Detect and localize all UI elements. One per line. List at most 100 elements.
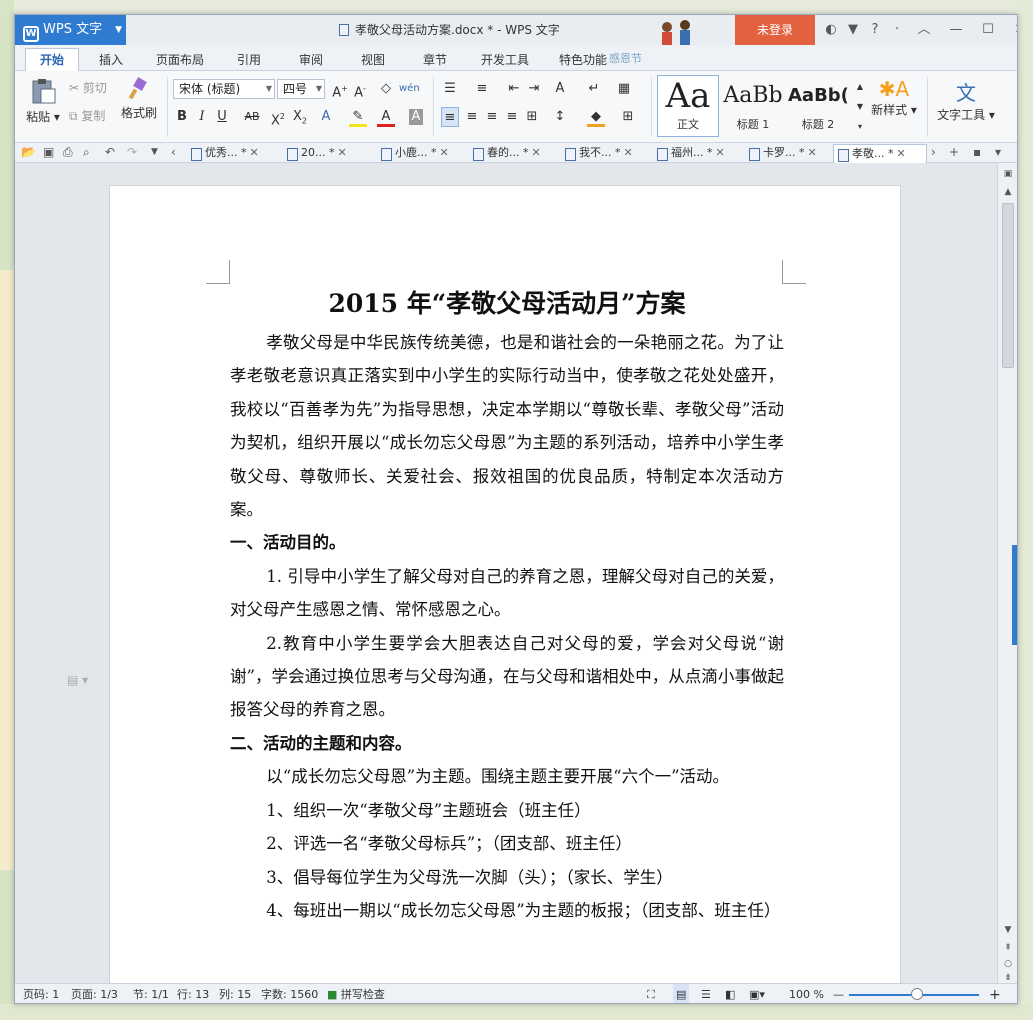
full-screen-icon[interactable]: ⛶	[647, 984, 655, 1003]
scroll-down-icon[interactable]: ▼	[1001, 923, 1015, 937]
tab-menu-icon[interactable]: ▾	[995, 145, 1001, 159]
maximize-icon[interactable]: ☐	[972, 15, 1004, 45]
document-page[interactable]: 2015 年“孝敬父母活动月”方案 孝敬父母是中华民族传统美德，也是和谐社会的一…	[109, 185, 901, 983]
line-spacing-icon[interactable]: ↕	[551, 107, 569, 127]
help-dropdown-icon[interactable]: ·	[886, 15, 908, 45]
page-view-icon[interactable]: ▤	[673, 984, 690, 1003]
status-word-count[interactable]: 字数: 1560	[261, 984, 318, 1003]
tab-review[interactable]: 审阅	[293, 49, 329, 71]
web-view-icon[interactable]: ◧	[725, 984, 735, 1003]
shading-icon[interactable]: ◆	[587, 107, 605, 127]
tab-chapter[interactable]: 章节	[417, 49, 453, 71]
chinese-layout-icon[interactable]: A	[551, 79, 569, 99]
text-tools-button[interactable]: 文 文字工具 ▾	[933, 77, 999, 123]
format-painter-button[interactable]: 格式刷	[117, 77, 161, 121]
minimize-icon[interactable]: —	[940, 15, 972, 45]
tab-references[interactable]: 引用	[231, 49, 267, 71]
align-left-icon[interactable]: ≡	[441, 107, 459, 127]
ribbon-collapse-icon[interactable]: ︿	[908, 15, 940, 45]
spell-check-button[interactable]: ■ 拼写检查	[327, 984, 385, 1003]
outline-view-icon[interactable]: ☰	[701, 984, 711, 1003]
tabs-scroll-left-icon[interactable]: ‹	[171, 145, 176, 159]
shrink-font-icon[interactable]: A-	[351, 79, 369, 100]
side-panel-tab[interactable]	[1012, 545, 1017, 645]
style-normal[interactable]: Aa 正文	[657, 75, 719, 137]
scroll-up-icon[interactable]: ▲	[1001, 185, 1015, 199]
phonetic-guide-icon[interactable]: wén	[399, 79, 420, 99]
close-icon[interactable]: ✕	[440, 146, 449, 159]
login-button[interactable]: 未登录	[735, 15, 815, 45]
shirt-icon[interactable]: ▼	[842, 15, 864, 45]
close-icon[interactable]: ✕	[250, 146, 259, 159]
font-color-icon[interactable]: A	[377, 107, 395, 127]
align-right-icon[interactable]: ≡	[483, 107, 501, 127]
clear-format-icon[interactable]: ◇	[377, 79, 395, 99]
bullets-icon[interactable]: ☰	[441, 79, 459, 99]
scrollbar-thumb[interactable]	[1002, 203, 1014, 368]
zoom-out-icon[interactable]: —	[833, 984, 844, 1003]
distribute-icon[interactable]: ⊞	[523, 107, 541, 127]
font-name-select[interactable]: 宋体 (标题) ▼	[173, 79, 275, 99]
scroll-page-icon[interactable]: ▣	[1001, 167, 1015, 181]
borders-icon[interactable]: ⊞	[619, 107, 637, 127]
doc-tab-2[interactable]: 20... * ✕	[283, 144, 377, 163]
close-icon[interactable]: ✕	[808, 146, 817, 159]
font-size-select[interactable]: 四号 ▼	[277, 79, 325, 99]
help-icon[interactable]: ?	[864, 15, 886, 45]
paste-button[interactable]: 粘贴 ▾	[25, 77, 61, 125]
justify-icon[interactable]: ≡	[503, 107, 521, 127]
tabs-scroll-right-icon[interactable]: ›	[931, 145, 936, 159]
tab-home[interactable]: 开始	[25, 48, 79, 72]
close-icon[interactable]: ✕	[716, 146, 725, 159]
zoom-in-icon[interactable]: +	[989, 984, 1001, 1003]
save-icon[interactable]: ▣	[43, 145, 54, 159]
increase-indent-icon[interactable]: ⇥	[525, 79, 543, 99]
wps-app-menu-button[interactable]: W WPS 文字 ▼	[15, 15, 126, 45]
tab-page-layout[interactable]: 页面布局	[153, 49, 207, 71]
numbering-icon[interactable]: ≡	[473, 79, 491, 99]
tab-special-features[interactable]: 特色功能	[553, 49, 613, 71]
grow-font-icon[interactable]: A+	[331, 79, 349, 100]
new-style-button[interactable]: ✱A 新样式 ▾	[867, 77, 921, 118]
cut-button[interactable]: ✂ 剪切	[69, 79, 107, 96]
superscript-icon[interactable]: X2	[269, 107, 287, 128]
tab-developer-tools[interactable]: 开发工具	[475, 49, 535, 71]
tab-insert[interactable]: 插入	[93, 49, 129, 71]
zoom-level[interactable]: 100 %	[789, 984, 824, 1003]
new-tab-icon[interactable]: +	[949, 145, 959, 159]
strikethrough-icon[interactable]: AB	[241, 107, 263, 127]
reading-mode-icon[interactable]: ▣▾	[749, 984, 765, 1003]
style-heading-1[interactable]: AaBb 标题 1	[721, 75, 785, 137]
copy-button[interactable]: ⧉ 复制	[69, 107, 105, 124]
close-icon[interactable]: ✕	[1004, 15, 1017, 45]
doc-tab-4[interactable]: 春的... * ✕	[469, 144, 563, 163]
undo-icon[interactable]: ↶	[105, 145, 115, 159]
tab-view[interactable]: 视图	[355, 49, 391, 71]
print-preview-icon[interactable]: ⌕	[83, 145, 90, 160]
doc-tab-5[interactable]: 我不... * ✕	[561, 144, 655, 163]
previous-page-icon[interactable]: ⇞	[1001, 941, 1015, 955]
close-icon[interactable]: ✕	[532, 146, 541, 159]
highlight-icon[interactable]: ✎	[349, 107, 367, 127]
doc-tab-6[interactable]: 福州... * ✕	[653, 144, 747, 163]
browse-object-icon[interactable]: ○	[1001, 957, 1015, 971]
italic-icon[interactable]: I	[193, 107, 211, 127]
align-center-icon[interactable]: ≡	[463, 107, 481, 127]
skin-icon[interactable]: ◐	[820, 15, 842, 45]
doc-tab-8-active[interactable]: 孝敬... * ✕	[833, 144, 927, 163]
style-heading-2[interactable]: AaBb( 标题 2	[787, 75, 849, 137]
close-icon[interactable]: ✕	[624, 146, 633, 159]
show-marks-icon[interactable]: ↵	[585, 79, 603, 99]
text-effect-icon[interactable]: A	[317, 107, 335, 127]
underline-icon[interactable]: U	[213, 107, 231, 127]
print-icon[interactable]: ⎙	[63, 145, 73, 160]
doc-tab-7[interactable]: 卡罗... * ✕	[745, 144, 839, 163]
bold-icon[interactable]: B	[173, 107, 191, 127]
document-canvas[interactable]: 2015 年“孝敬父母活动月”方案 孝敬父母是中华民族传统美德，也是和谐社会的一…	[15, 163, 997, 983]
table-icon[interactable]: ▦	[615, 79, 633, 99]
close-icon[interactable]: ✕	[897, 147, 906, 160]
char-shading-icon[interactable]: A	[409, 109, 423, 125]
tab-list-icon[interactable]: ▪	[973, 145, 981, 159]
document-body[interactable]: 2015 年“孝敬父母活动月”方案 孝敬父母是中华民族传统美德，也是和谐社会的一…	[230, 282, 784, 927]
quick-access-dropdown-icon[interactable]: ▼	[151, 147, 158, 157]
